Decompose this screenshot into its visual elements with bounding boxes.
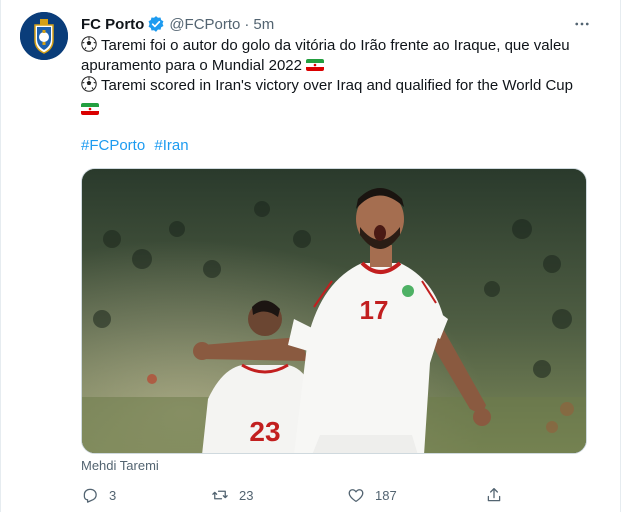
tweet-header: FC Porto @FCPorto · 5m <box>81 14 274 34</box>
text-en-1: Taremi scored in Iran's victory over Ira… <box>101 77 573 94</box>
jersey-number-17: 17 <box>360 295 389 325</box>
iran-flag-icon <box>306 59 324 71</box>
verified-badge-icon <box>147 15 165 33</box>
avatar[interactable] <box>20 12 68 60</box>
share-button[interactable] <box>485 484 503 506</box>
iran-flag-icon <box>81 103 99 115</box>
retweet-icon <box>212 490 228 500</box>
tweet-photo[interactable]: 23 17 <box>81 168 587 454</box>
separator-dot: · <box>244 15 250 33</box>
more-options-icon[interactable] <box>570 14 594 34</box>
tweet-text: Taremi foi o autor do golo da vitória do… <box>81 36 601 116</box>
soccer-ball-icon <box>81 76 97 92</box>
hashtags: #FCPorto #Iran <box>81 136 194 156</box>
heart-icon <box>348 489 364 503</box>
fc-porto-crest-icon <box>20 12 68 60</box>
text-line-pt-2: apuramento para o Mundial 2022 <box>81 56 601 76</box>
media-caption[interactable]: Mehdi Taremi <box>81 458 159 473</box>
share-icon <box>487 487 501 502</box>
tweet-actions: 3 23 187 <box>81 484 521 506</box>
retweet-button[interactable]: 23 <box>211 484 253 506</box>
reply-count: 3 <box>109 487 117 503</box>
retweet-count: 23 <box>239 487 254 503</box>
hashtag-iran[interactable]: #Iran <box>154 137 188 154</box>
text-line-pt-1: Taremi foi o autor do golo da vitória do… <box>81 36 601 56</box>
tweet-card[interactable]: FC Porto @FCPorto · 5m Taremi foi o auto… <box>0 0 621 512</box>
like-count: 187 <box>375 487 397 503</box>
text-line-flag <box>81 96 601 116</box>
like-button[interactable]: 187 <box>347 484 397 506</box>
text-pt-1: Taremi foi o autor do golo da vitória do… <box>101 37 570 54</box>
text-pt-2: apuramento para o Mundial 2022 <box>81 57 302 74</box>
display-name[interactable]: FC Porto <box>81 16 144 33</box>
taremi-celebration-photo: 23 17 <box>82 169 586 453</box>
reply-button[interactable]: 3 <box>81 484 116 506</box>
reply-icon <box>83 488 97 503</box>
hashtag-fcporto[interactable]: #FCPorto <box>81 137 145 154</box>
user-handle[interactable]: @FCPorto <box>169 16 240 33</box>
timestamp[interactable]: 5m <box>253 16 274 33</box>
soccer-ball-icon <box>81 36 97 52</box>
jersey-number-23: 23 <box>249 416 280 447</box>
text-line-en-1: Taremi scored in Iran's victory over Ira… <box>81 76 601 96</box>
